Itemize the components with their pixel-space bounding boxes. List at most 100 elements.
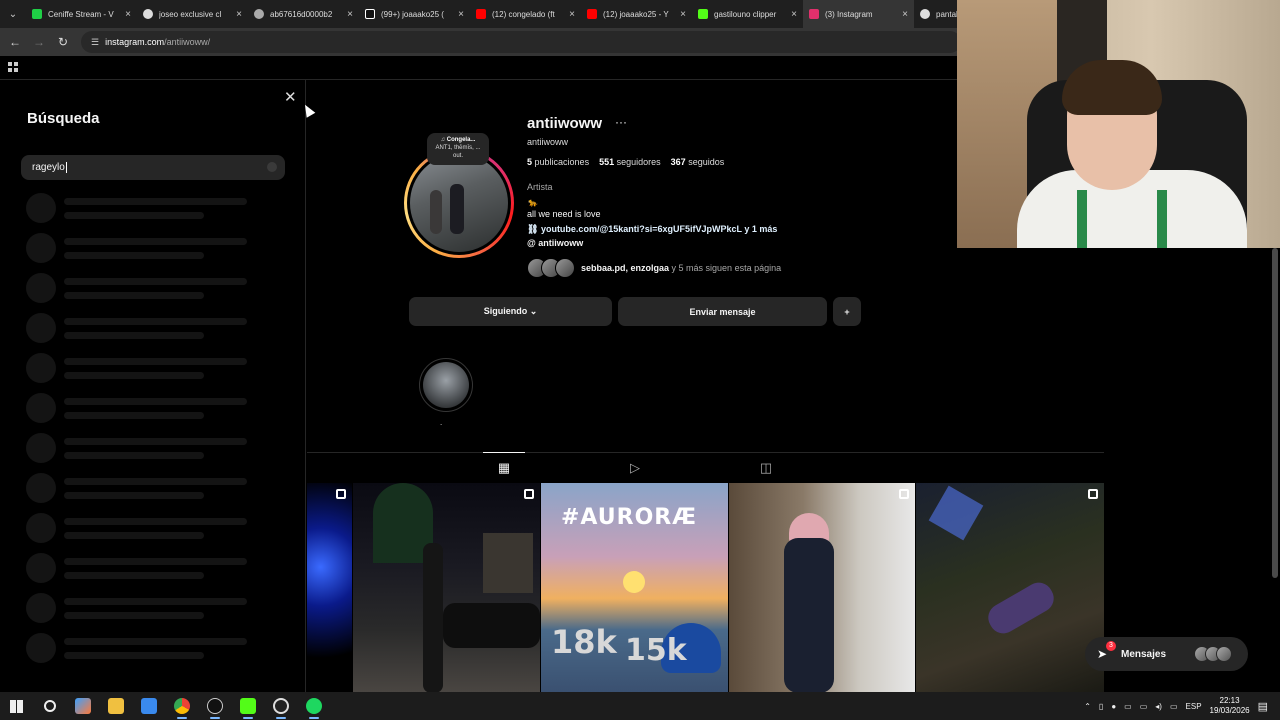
notifications-icon[interactable]: ▤	[1258, 700, 1268, 713]
back-arrow-icon[interactable]: ←	[3, 35, 27, 49]
clock[interactable]: 22:13 19/03/2026	[1210, 696, 1250, 716]
profile-link[interactable]: ⛓ youtube.com/@15kanti?si=6xgUF5ifVJpWPk…	[527, 224, 777, 235]
more-options-icon[interactable]: ···	[615, 115, 627, 129]
clear-search-icon[interactable]	[267, 162, 277, 172]
volume-icon[interactable]: ◂)	[1155, 702, 1162, 711]
add-user-icon[interactable]: +	[833, 297, 861, 326]
tab-favicon-icon	[809, 9, 819, 19]
copilot-icon[interactable]	[66, 692, 99, 720]
start-windows-icon[interactable]	[0, 692, 33, 720]
threads-link[interactable]: @ antiiwoww	[527, 238, 583, 248]
post-caption-text: 18k	[551, 623, 617, 661]
blue-light	[928, 485, 984, 541]
search-icon[interactable]	[33, 692, 66, 720]
browser-tab-active[interactable]: (3) Instagram ×	[803, 0, 914, 28]
note-line: out.	[452, 153, 463, 159]
forward-arrow-icon[interactable]: →	[27, 35, 51, 49]
store-icon[interactable]	[132, 692, 165, 720]
post-thumbnail[interactable]: #AURORÆ 18k 15k	[541, 483, 728, 693]
profile-note-bubble[interactable]: ♫ Congela... ANT1, thēmīs, ... out.	[427, 133, 489, 165]
reels-icon[interactable]: ▷	[628, 461, 642, 475]
file-explorer-icon[interactable]	[99, 692, 132, 720]
tab-title: joseo exclusive cl	[159, 9, 222, 19]
tab-title: (99+) joaaako25 (	[381, 9, 444, 19]
language-indicator[interactable]: ESP	[1186, 702, 1202, 711]
bio-emoji: 🐆	[528, 198, 538, 207]
tab-close-icon[interactable]: ×	[680, 9, 686, 20]
followed-by[interactable]: sebbaa.pd, enzolgaa y 5 más siguen esta …	[527, 258, 781, 278]
obs-icon[interactable]	[264, 692, 297, 720]
tagged-icon[interactable]: ◫	[759, 461, 773, 475]
kick-icon[interactable]	[231, 692, 264, 720]
link-icon: ⛓	[527, 224, 541, 234]
tab-close-icon[interactable]: ×	[569, 9, 575, 20]
tab-favicon-icon	[920, 9, 930, 19]
tab-close-icon[interactable]: ×	[458, 9, 464, 20]
tab-favicon-icon	[587, 9, 597, 19]
url-field[interactable]: ☰ instagram.com/antiiwoww/	[81, 31, 961, 53]
browser-tab[interactable]: (99+) joaaako25 ( ×	[359, 0, 470, 28]
following-button[interactable]: Siguiendo ⌄	[409, 297, 612, 326]
followers-stat[interactable]: 551 seguidores	[599, 157, 661, 167]
loading-skeleton-row	[26, 513, 286, 545]
messages-button[interactable]: ➤ 3 Mensajes	[1085, 637, 1248, 671]
tab-close-icon[interactable]: ×	[902, 9, 908, 20]
apps-grid-icon[interactable]	[8, 62, 18, 72]
tab-favicon-icon	[698, 9, 708, 19]
browser-tab[interactable]: ab67616d0000b2 ×	[248, 0, 359, 28]
posts-grid-icon[interactable]: ▦	[497, 461, 511, 475]
browser-tab[interactable]: Ceniffe Stream - V ×	[26, 0, 137, 28]
carousel-icon	[336, 489, 346, 499]
discord-icon[interactable]	[198, 692, 231, 720]
site-info-icon[interactable]: ☰	[91, 37, 99, 48]
tab-close-icon[interactable]: ×	[236, 9, 242, 20]
tab-close-icon[interactable]: ×	[125, 9, 131, 20]
browser-tab[interactable]: (12) joaaako25 - Y ×	[581, 0, 692, 28]
loading-skeleton-row	[26, 233, 286, 265]
tab-close-icon[interactable]: ×	[347, 9, 353, 20]
page-scrollbar[interactable]	[1272, 248, 1278, 578]
follower-avatar	[555, 258, 575, 278]
browser-tab[interactable]: joseo exclusive cl ×	[137, 0, 248, 28]
chrome-icon[interactable]	[165, 692, 198, 720]
unread-badge: 3	[1106, 641, 1116, 651]
profile-bio: all we need is love	[527, 209, 601, 219]
loading-skeleton-row	[26, 393, 286, 425]
tab-favicon-icon	[254, 9, 264, 19]
tab-favicon-icon	[365, 9, 375, 19]
battery-icon[interactable]: ▭	[1170, 702, 1178, 711]
posts-stat: 5 publicaciones	[527, 157, 590, 167]
text-caret	[65, 162, 67, 173]
following-stat[interactable]: 367 seguidos	[671, 157, 725, 167]
followed-by-names: sebbaa.pd, enzolgaa	[581, 263, 670, 273]
clock-time: 22:13	[1219, 696, 1240, 705]
highlight-cover	[423, 362, 469, 408]
profile-username: antiiwoww	[527, 115, 602, 132]
loading-skeleton-row	[26, 353, 286, 385]
tray-app-icon[interactable]: ▯	[1099, 702, 1103, 711]
reload-icon[interactable]: ↻	[51, 35, 75, 49]
browser-tab[interactable]: gastilouno clipper ×	[692, 0, 803, 28]
post-thumbnail[interactable]	[916, 483, 1104, 693]
post-thumbnail[interactable]	[307, 483, 352, 693]
network-icon[interactable]: ▭	[1140, 702, 1148, 711]
browser-tab[interactable]: (12) congelado (ft ×	[470, 0, 581, 28]
profile-handle: antiiwoww	[527, 137, 569, 147]
chevron-up-icon[interactable]: ⌃	[1084, 702, 1091, 711]
tray-app-icon[interactable]: ▭	[1124, 702, 1132, 711]
story-highlight[interactable]	[419, 358, 473, 412]
tab-search-chevron-icon[interactable]: ⌄	[0, 9, 26, 20]
search-input[interactable]: rageylo	[21, 155, 285, 180]
post-thumbnail[interactable]	[729, 483, 915, 693]
post-caption-text: 15k	[625, 633, 687, 668]
microphone-icon[interactable]: ●	[1111, 702, 1116, 711]
followed-by-rest: y 5 más siguen esta página	[669, 263, 782, 273]
send-message-button[interactable]: Enviar mensaje	[618, 297, 827, 326]
close-icon[interactable]: ✕	[284, 88, 297, 106]
webcam-overlay	[957, 0, 1280, 248]
tab-title: gastilouno clipper	[714, 9, 777, 19]
tab-close-icon[interactable]: ×	[791, 9, 797, 20]
post-thumbnail[interactable]	[353, 483, 540, 693]
spotify-icon[interactable]	[297, 692, 330, 720]
note-title: Congela...	[446, 137, 476, 143]
